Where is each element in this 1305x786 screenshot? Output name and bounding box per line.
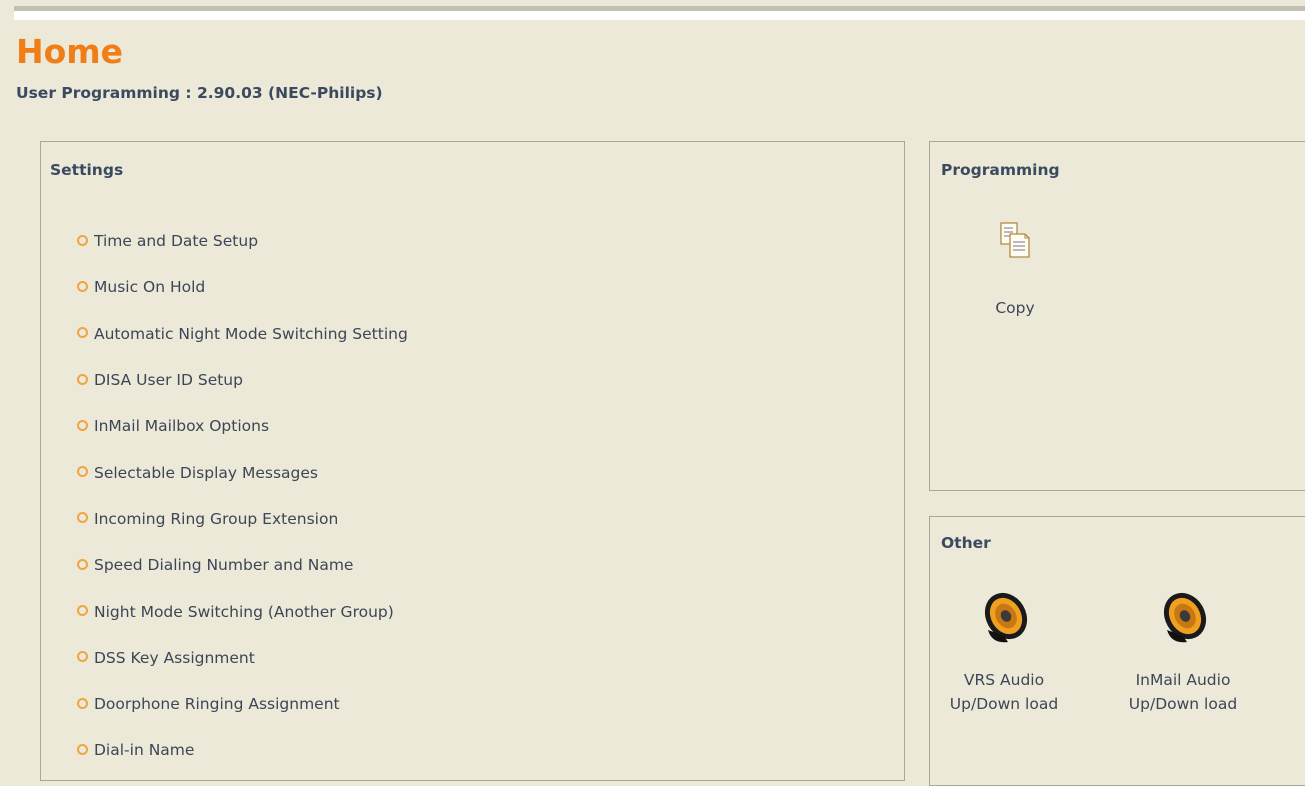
settings-item-disa-user-id[interactable]: DISA User ID Setup: [77, 360, 408, 406]
settings-list: Time and Date Setup Music On Hold Automa…: [77, 221, 408, 777]
circle-bullet-icon: [77, 743, 88, 755]
circle-bullet-icon: [77, 651, 88, 663]
circle-bullet-icon: [77, 605, 88, 617]
circle-bullet-icon: [77, 558, 88, 570]
settings-item-label[interactable]: Automatic Night Mode Switching Setting: [94, 325, 408, 343]
programming-title: Programming: [941, 161, 1060, 179]
circle-bullet-icon: [77, 373, 88, 385]
settings-item-music-on-hold[interactable]: Music On Hold: [77, 267, 408, 313]
settings-item-label[interactable]: Speed Dialing Number and Name: [94, 556, 353, 574]
settings-item-label[interactable]: Selectable Display Messages: [94, 464, 318, 482]
circle-bullet-icon: [77, 512, 88, 524]
circle-bullet-icon: [77, 280, 88, 292]
circle-bullet-icon: [77, 327, 88, 339]
settings-item-label[interactable]: DSS Key Assignment: [94, 649, 255, 667]
settings-title: Settings: [50, 161, 124, 179]
circle-bullet-icon: [77, 419, 88, 431]
settings-panel: Settings Time and Date Setup Music On Ho…: [40, 141, 905, 781]
settings-item-label[interactable]: DISA User ID Setup: [94, 371, 243, 389]
inmail-audio-button[interactable]: InMail Audio Up/Down load: [1129, 590, 1237, 713]
other-title: Other: [941, 534, 991, 552]
other-panel: Other: [929, 516, 1305, 786]
speaker-icon: [1163, 592, 1207, 643]
copy-button[interactable]: Copy: [975, 220, 1055, 317]
speaker-icon: [984, 592, 1028, 643]
settings-item-label[interactable]: Incoming Ring Group Extension: [94, 510, 338, 528]
page-title: Home: [16, 32, 124, 71]
page-subtitle: User Programming : 2.90.03 (NEC-Philips): [16, 84, 383, 102]
settings-item-inmail-mailbox[interactable]: InMail Mailbox Options: [77, 406, 408, 452]
top-bar: [0, 0, 1305, 22]
inmail-audio-label: InMail Audio Up/Down load: [1128, 671, 1238, 713]
circle-bullet-icon: [77, 466, 88, 478]
settings-item-dss-key[interactable]: DSS Key Assignment: [77, 638, 408, 684]
settings-item-label[interactable]: Night Mode Switching (Another Group): [94, 603, 394, 621]
settings-item-label[interactable]: InMail Mailbox Options: [94, 417, 269, 435]
settings-item-label[interactable]: Time and Date Setup: [94, 232, 258, 250]
settings-item-display-messages[interactable]: Selectable Display Messages: [77, 452, 408, 498]
settings-item-dial-in-name[interactable]: Dial-in Name: [77, 730, 408, 776]
circle-bullet-icon: [77, 234, 88, 246]
top-strip: [14, 11, 1305, 20]
settings-item-speed-dialing[interactable]: Speed Dialing Number and Name: [77, 545, 408, 591]
settings-item-auto-night-mode[interactable]: Automatic Night Mode Switching Setting: [77, 314, 408, 360]
settings-item-doorphone[interactable]: Doorphone Ringing Assignment: [77, 684, 408, 730]
vrs-audio-button[interactable]: VRS Audio Up/Down load: [950, 590, 1058, 713]
settings-item-label[interactable]: Dial-in Name: [94, 741, 194, 759]
settings-item-night-mode-another[interactable]: Night Mode Switching (Another Group): [77, 591, 408, 637]
circle-bullet-icon: [77, 697, 88, 709]
vrs-audio-label: VRS Audio Up/Down load: [949, 671, 1059, 713]
settings-item-label[interactable]: Music On Hold: [94, 278, 205, 296]
settings-item-ring-group[interactable]: Incoming Ring Group Extension: [77, 499, 408, 545]
settings-item-label[interactable]: Doorphone Ringing Assignment: [94, 695, 340, 713]
copy-documents-icon: [1000, 222, 1030, 258]
settings-item-time-date[interactable]: Time and Date Setup: [77, 221, 408, 267]
copy-label: Copy: [995, 299, 1035, 317]
